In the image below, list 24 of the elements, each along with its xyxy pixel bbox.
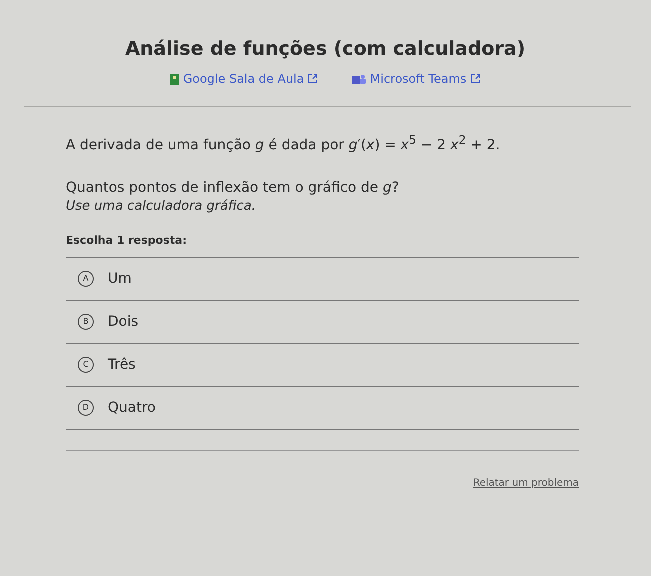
report-link[interactable]: Relatar um problema [473,478,579,489]
external-link-icon [308,74,318,84]
choice-letter-badge: C [78,356,94,373]
choice-label: Quatro [108,400,156,416]
question-text: Quantos pontos de inflexão tem o gráfico de g? [66,180,400,196]
teams-icon [352,74,366,84]
choice-letter-badge: B [78,314,94,330]
answer-choice[interactable]: B Dois [66,300,579,344]
choice-letter-badge: D [78,400,94,416]
choice-label: Um [108,270,132,287]
choice-label: Três [108,356,136,373]
choice-label: Dois [108,314,139,330]
answer-prompt: Escolha 1 resposta: [66,234,188,247]
external-link[interactable]: Microsoft Teams [352,72,481,86]
page-title: Análise de funções (com calculadora) [124,38,527,60]
answer-choice[interactable]: D Quatro [66,386,579,430]
external-link[interactable]: Google Sala de Aula [170,72,318,86]
choice-letter-badge: A [78,270,94,287]
external-link-icon [470,74,481,84]
hint-text: Use uma calculadora gráfica. [66,198,257,214]
answer-choice[interactable]: C Três [66,344,579,387]
classroom-icon [170,74,180,84]
problem-text: A derivada de uma função g é dada por g′(x) = x$^{5}$ − 2 x$^{2}$ + 2. [66,133,502,154]
answer-choice[interactable]: A Um [66,258,579,301]
